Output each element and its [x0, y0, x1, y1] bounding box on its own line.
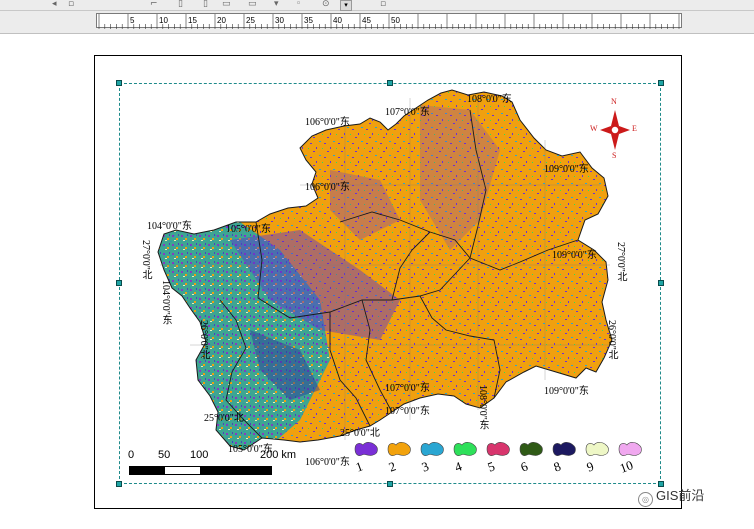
legend-item: 1	[352, 440, 382, 476]
graticule-label: 107°0'0"东	[385, 406, 430, 417]
south-label: S	[612, 151, 617, 160]
resize-handle-bottom[interactable]	[387, 481, 393, 487]
resize-handle-left[interactable]	[116, 280, 122, 286]
graticule-label: 108°0'0"东	[467, 94, 512, 105]
graticule-label-vertical: 27°0'0"北	[615, 242, 626, 282]
legend-swatch-icon	[618, 442, 642, 456]
legend-item: 4	[451, 440, 481, 476]
graticule-label: 106°0'0"东	[305, 457, 350, 468]
scale-label: 100	[190, 449, 209, 461]
legend-swatch-icon	[420, 442, 444, 456]
graticule-label-vertical: 26°0'0"北	[198, 320, 209, 360]
legend[interactable]: 1 2 3 4 5 6 8 9 10	[352, 440, 657, 476]
watermark: ◎ GIS前沿	[638, 485, 704, 507]
graticule-label: 109°0'0"东	[544, 386, 589, 397]
graticule-label: 109°0'0"东	[544, 164, 589, 175]
graticule-label: 106°0'0"东	[305, 182, 350, 193]
watermark-text: GIS前沿	[656, 488, 705, 503]
north-arrow[interactable]: N S E W	[590, 97, 637, 162]
legend-label: 9	[584, 458, 596, 475]
graticule-label: 25°0'0"北	[204, 413, 244, 424]
legend-label: 10	[617, 457, 636, 476]
graticule-label: 25°0'0"北	[340, 428, 380, 439]
scale-label: 50	[158, 449, 171, 461]
graticule-label: 107°0'0"东	[385, 383, 430, 394]
west-label: W	[590, 124, 598, 133]
data-frame-selection[interactable]	[119, 83, 661, 484]
legend-item: 9	[583, 440, 613, 476]
graticule-label-vertical: 26°0'0"北	[606, 320, 617, 360]
legend-item: 3	[418, 440, 448, 476]
legend-item: 5	[484, 440, 514, 476]
legend-swatch-icon	[585, 442, 609, 456]
legend-item: 2	[385, 440, 415, 476]
legend-label: 8	[551, 458, 563, 475]
legend-item: 8	[550, 440, 580, 476]
legend-item: 6	[517, 440, 547, 476]
graticule-label-vertical: 27°0'0"北	[140, 240, 151, 280]
scale-bar-track	[129, 466, 272, 475]
scale-bar-segment	[165, 467, 200, 474]
resize-handle-right[interactable]	[658, 280, 664, 286]
legend-label: 3	[419, 458, 431, 475]
graticule-label: 109°0'0"东	[552, 250, 597, 261]
legend-label: 1	[353, 458, 365, 475]
legend-swatch-icon	[354, 442, 378, 456]
wechat-icon: ◎	[638, 492, 653, 507]
east-label: E	[632, 124, 637, 133]
resize-handle-top-right[interactable]	[658, 80, 664, 86]
resize-handle-top[interactable]	[387, 80, 393, 86]
graticule-label-vertical: 108°0'0"东	[477, 385, 488, 430]
graticule-label: 106°0'0"东	[305, 117, 350, 128]
legend-swatch-icon	[387, 442, 411, 456]
legend-label: 4	[452, 458, 464, 475]
legend-swatch-icon	[486, 442, 510, 456]
legend-label: 6	[518, 458, 530, 475]
legend-swatch-icon	[519, 442, 543, 456]
legend-swatch-icon	[453, 442, 477, 456]
graticule-label-vertical: 104°0'0"东	[160, 280, 171, 325]
legend-label: 5	[485, 458, 497, 475]
graticule-label: 105°0'0"东	[226, 224, 271, 235]
scale-label: 200 km	[260, 449, 297, 461]
north-label: N	[611, 97, 617, 106]
legend-item: 10	[616, 440, 646, 476]
scale-label: 0	[128, 449, 135, 461]
legend-swatch-icon	[552, 442, 576, 456]
resize-handle-top-left[interactable]	[116, 80, 122, 86]
graticule-label: 104°0'0"东	[147, 221, 192, 232]
resize-handle-bottom-left[interactable]	[116, 481, 122, 487]
legend-label: 2	[386, 458, 398, 475]
graticule-label: 107°0'0"东	[385, 107, 430, 118]
scale-bar[interactable]: 0 50 100 200 km	[128, 449, 296, 479]
